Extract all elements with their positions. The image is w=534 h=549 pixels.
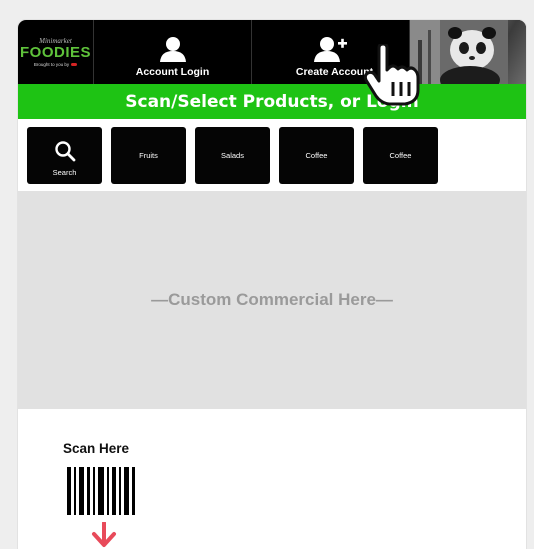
logo-sub-text: Brought to you by [33, 61, 70, 67]
panda-photo [410, 20, 526, 84]
commercial-text: —Custom Commercial Here— [151, 290, 393, 309]
category-coffee-label: Coffee [305, 151, 328, 160]
instruction-banner: Scan/Select Products, or Login [18, 84, 526, 119]
person-icon [159, 37, 186, 62]
kiosk-screen: Minimarket FOODIES Brought to you by Acc… [18, 20, 526, 549]
category-coffee-2-label: Coffee [389, 151, 412, 160]
hand-pointer-icon [363, 44, 420, 106]
person-add-icon [313, 37, 347, 62]
scan-area: Scan Here [18, 409, 526, 549]
logo-sub-line: Brought to you by [33, 61, 78, 68]
account-login-button[interactable]: Account Login [94, 20, 252, 84]
category-coffee-2-button[interactable]: Coffee [363, 127, 438, 184]
account-login-label: Account Login [135, 66, 210, 78]
search-icon [54, 141, 75, 162]
logo-main-text: FOODIES [20, 43, 92, 61]
panda-image [410, 20, 508, 84]
commercial-area: —Custom Commercial Here— [18, 191, 526, 409]
brand-logo: Minimarket FOODIES Brought to you by [18, 20, 94, 84]
search-button[interactable]: Search [27, 127, 102, 184]
barcode-icon [67, 467, 135, 515]
top-bar: Minimarket FOODIES Brought to you by Acc… [18, 20, 526, 84]
category-coffee-button[interactable]: Coffee [279, 127, 354, 184]
search-label: Search [52, 168, 77, 177]
category-fruits-label: Fruits [139, 151, 158, 160]
arrow-down-icon [92, 522, 116, 547]
category-salads-label: Salads [221, 151, 244, 160]
create-account-label: Create Account [295, 66, 374, 78]
category-salads-button[interactable]: Salads [195, 127, 270, 184]
sponsor-logo-icon [71, 62, 78, 66]
category-row: Search Fruits Salads Coffee Coffee [18, 119, 526, 191]
scan-here-label: Scan Here [63, 441, 130, 456]
category-fruits-button[interactable]: Fruits [111, 127, 186, 184]
